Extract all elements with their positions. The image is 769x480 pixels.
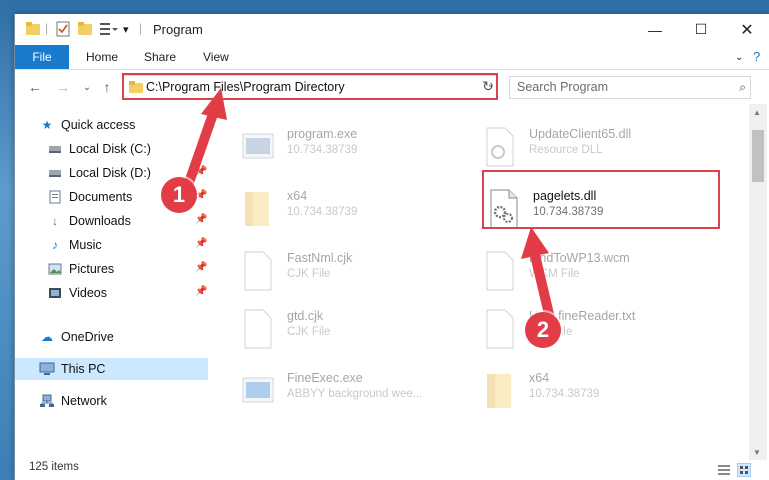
pin-icon: 📌 — [195, 214, 208, 225]
minimize-button[interactable]: — — [632, 14, 678, 45]
file-item[interactable]: x64 10.734.38739 — [241, 184, 471, 236]
download-icon: ↓ — [52, 214, 58, 228]
drive-icon — [47, 165, 63, 181]
exe-icon — [242, 133, 274, 159]
exe-icon — [242, 377, 274, 403]
drive-icon — [47, 141, 63, 157]
item-count: 125 items — [29, 461, 79, 473]
dll-icon — [486, 127, 514, 167]
explorer-window: | ▾ | Program — ☐ ✕ File Home Share View… — [14, 14, 769, 480]
large-icons-view-icon[interactable] — [737, 463, 751, 477]
pin-icon: 📌 — [195, 262, 208, 273]
tab-share[interactable]: Share — [144, 50, 176, 64]
sidebar-item-network[interactable]: Network — [15, 390, 208, 412]
scroll-up-icon[interactable]: ▲ — [753, 108, 761, 117]
recent-locations-button[interactable]: ⌄ — [77, 78, 97, 96]
file-icon — [486, 309, 514, 349]
sidebar-item-pictures[interactable]: Pictures 📌 — [15, 258, 208, 280]
details-view-icon[interactable] — [717, 464, 731, 476]
expand-ribbon-icon[interactable]: ⌄ — [735, 52, 743, 63]
folder-icon — [26, 22, 40, 35]
music-icon: ♪ — [52, 238, 58, 252]
file-icon — [244, 251, 272, 291]
tab-home[interactable]: Home — [86, 50, 118, 64]
separator: | — [45, 21, 49, 35]
separator: | — [139, 21, 143, 35]
pin-icon: 📌 — [195, 286, 208, 297]
file-item[interactable]: FineExec.exe ABBYY background wee... — [241, 366, 471, 418]
scroll-down-icon[interactable]: ▼ — [753, 448, 761, 457]
folder-icon — [245, 192, 269, 226]
videos-icon — [47, 285, 63, 301]
sidebar-item-this-pc[interactable]: This PC — [15, 358, 208, 380]
file-tab[interactable]: File — [15, 45, 69, 69]
close-button[interactable]: ✕ — [724, 14, 769, 45]
window-title: Program — [153, 22, 203, 37]
cloud-icon: ☁ — [41, 330, 53, 344]
file-item[interactable]: gtd.cjk CJK File — [241, 304, 471, 356]
properties-icon[interactable] — [55, 21, 71, 37]
search-placeholder: Search Program — [517, 80, 609, 94]
new-folder-icon[interactable] — [77, 21, 93, 37]
back-button[interactable]: ← — [25, 78, 45, 96]
pc-icon — [39, 361, 55, 377]
sidebar-item-downloads[interactable]: ↓ Downloads 📌 — [15, 210, 208, 232]
sidebar-item-onedrive[interactable]: ☁ OneDrive — [15, 326, 208, 348]
file-item[interactable]: program.exe 10.734.38739 — [241, 122, 471, 174]
pictures-icon — [47, 261, 63, 277]
star-icon: ★ — [41, 118, 53, 132]
maximize-button[interactable]: ☐ — [678, 14, 724, 45]
folder-icon — [487, 374, 511, 408]
network-icon — [39, 393, 55, 409]
file-icon — [244, 309, 272, 349]
customize-toolbar-icon[interactable] — [99, 21, 119, 37]
pin-icon: 📌 — [195, 238, 208, 249]
forward-button[interactable]: → — [53, 78, 73, 96]
help-icon[interactable]: ? — [753, 49, 760, 64]
callout-badge-2: 2 — [525, 312, 561, 348]
status-bar: 125 items — [15, 460, 769, 480]
documents-icon — [47, 189, 63, 205]
sidebar-item-videos[interactable]: Videos 📌 — [15, 282, 208, 304]
file-item[interactable]: x64 10.734.38739 — [483, 366, 713, 418]
search-input[interactable]: Search Program ⌕ — [509, 76, 751, 99]
file-icon — [486, 251, 514, 291]
search-icon: ⌕ — [739, 80, 746, 94]
file-item[interactable]: FastNml.cjk CJK File — [241, 246, 471, 298]
scrollbar-thumb[interactable] — [752, 130, 764, 182]
file-list: program.exe 10.734.38739 UpdateClient65.d… — [211, 104, 749, 460]
up-button[interactable]: ↑ — [97, 78, 117, 96]
title-bar: | ▾ | Program — ☐ ✕ — [15, 14, 769, 45]
tab-view[interactable]: View — [203, 50, 229, 64]
ribbon-tabs: File Home Share View ⌄ ? — [15, 45, 769, 70]
qa-dropdown-icon[interactable]: ▾ — [123, 23, 129, 39]
vertical-scrollbar[interactable]: ▲ ▼ — [749, 104, 767, 460]
file-item[interactable]: UpdateClient65.dll Resource DLL — [483, 122, 713, 174]
sidebar-item-music[interactable]: ♪ Music 📌 — [15, 234, 208, 256]
callout-badge-1: 1 — [161, 177, 197, 213]
